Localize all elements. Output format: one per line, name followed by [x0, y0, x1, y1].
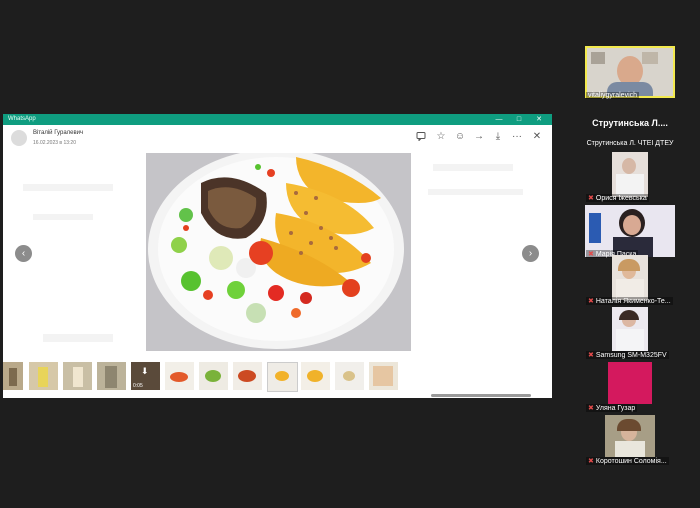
- media-toolbar: ☆ ☺ → ⤓ ··· ✕: [414, 131, 544, 143]
- minimize-button[interactable]: —: [490, 114, 508, 125]
- participant-video: [612, 255, 648, 300]
- thumbnail[interactable]: [199, 362, 228, 390]
- previous-photo-button[interactable]: ‹: [15, 245, 32, 262]
- participant-video: [585, 46, 675, 98]
- sender-info: Віталій Гуралевич 16.02.2023 в 13:20: [11, 130, 311, 150]
- participant-name: Струтинська Л....: [592, 118, 668, 128]
- shared-screen-whatsapp: WhatsApp — □ ✕ Віталій Гуралевич 16.02.2…: [3, 114, 552, 398]
- chat-ghost-line: [33, 214, 93, 220]
- thumbnail[interactable]: [63, 362, 92, 390]
- thumbnail[interactable]: [29, 362, 58, 390]
- participant-name-label: ✖ Наталія Якименко-Те...: [586, 297, 673, 305]
- participant-tile[interactable]: ✖ Наталія Якименко-Те...: [585, 255, 675, 305]
- more-icon[interactable]: ···: [510, 131, 524, 143]
- muted-mic-icon: ✖: [588, 298, 594, 305]
- close-window-button[interactable]: ✕: [530, 114, 548, 125]
- sender-date: 16.02.2023 в 13:20: [33, 140, 76, 146]
- participant-video-off: [608, 362, 652, 404]
- video-thumbnail[interactable]: ⬇ 0:05: [131, 362, 160, 390]
- download-icon: ⬇: [141, 366, 149, 376]
- muted-mic-icon: ✖: [588, 195, 594, 202]
- muted-mic-icon: ✖: [588, 352, 594, 359]
- close-icon[interactable]: ✕: [530, 131, 544, 143]
- window-titlebar: WhatsApp — □ ✕: [3, 114, 552, 125]
- participant-tile[interactable]: ✖ Орися Іжевська: [585, 152, 675, 202]
- chat-ghost-line: [23, 184, 113, 191]
- thumbnail-strip: ⬇ 0:05: [3, 360, 552, 392]
- main-photo: [146, 153, 411, 351]
- participant-subname: Струтинська Л. ЧТЕІ ДТЕУ: [586, 140, 674, 147]
- thumbnail-scrollbar[interactable]: [431, 394, 531, 397]
- star-icon[interactable]: ☆: [434, 131, 448, 143]
- participant-tile[interactable]: ✖ Samsung SM-M325FV: [585, 307, 675, 359]
- participant-name-label: ✖ Samsung SM-M325FV: [586, 351, 669, 359]
- thumbnail[interactable]: [301, 362, 330, 390]
- participant-tile[interactable]: ✖ Уляна Гузар: [585, 362, 675, 412]
- participant-video: [612, 152, 648, 197]
- thumbnail[interactable]: [3, 362, 23, 390]
- sender-name: Віталій Гуралевич: [33, 130, 84, 136]
- maximize-button[interactable]: □: [510, 114, 528, 125]
- download-icon[interactable]: ⤓: [491, 131, 505, 143]
- participant-tile-nocam[interactable]: Струтинська Л.... Струтинська Л. ЧТЕІ ДТ…: [585, 118, 675, 152]
- chat-ghost-line: [433, 164, 513, 171]
- participant-name-label: ✖ Орися Іжевська: [586, 194, 649, 202]
- participant-video: [612, 307, 648, 351]
- muted-mic-icon: ✖: [588, 405, 594, 412]
- window-title: WhatsApp: [8, 116, 36, 122]
- next-photo-button[interactable]: ›: [522, 245, 539, 262]
- smile-icon[interactable]: ☺: [453, 131, 467, 143]
- chat-ghost-line: [428, 189, 523, 195]
- participant-video: [605, 415, 655, 457]
- thumbnail[interactable]: [233, 362, 262, 390]
- participant-tile[interactable]: ✖Марія Паска: [585, 205, 675, 258]
- chat-ghost-line: [43, 334, 113, 342]
- participant-name-label: ✖ Уляна Гузар: [586, 404, 638, 412]
- participant-name-label: ✖ Коротошин Соломія...: [586, 457, 669, 465]
- thumbnail[interactable]: [335, 362, 364, 390]
- forward-icon[interactable]: →: [472, 131, 486, 143]
- thumbnail[interactable]: [369, 362, 398, 390]
- comment-icon[interactable]: [414, 131, 428, 143]
- participant-tile-active[interactable]: vitaliygyralevich: [585, 46, 675, 99]
- participant-name: vitaliygyralevich: [586, 92, 640, 99]
- participant-tile[interactable]: ✖ Коротошин Соломія...: [585, 415, 675, 465]
- thumbnail[interactable]: [97, 362, 126, 390]
- thumbnail[interactable]: [267, 362, 298, 392]
- thumbnail[interactable]: [165, 362, 194, 390]
- sender-avatar: [11, 130, 27, 146]
- muted-mic-icon: ✖: [588, 458, 594, 465]
- video-duration: 0:05: [133, 383, 143, 389]
